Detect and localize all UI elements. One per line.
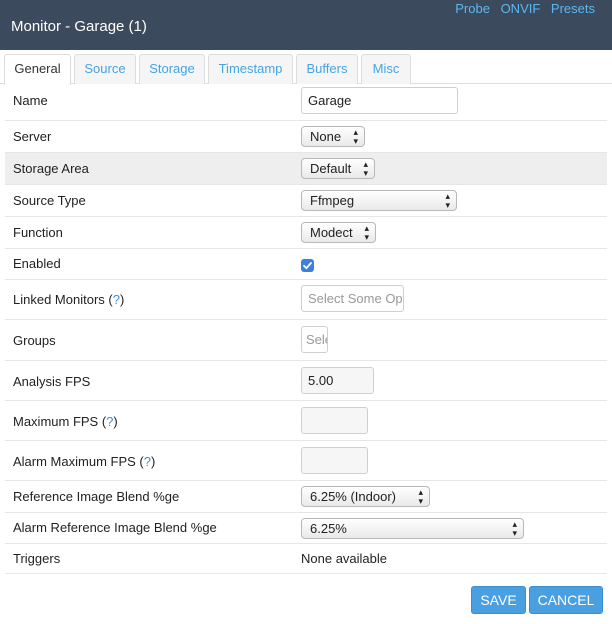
server-select[interactable]: None ▴ ▾: [301, 126, 365, 147]
window-title: Monitor - Garage (1): [11, 18, 147, 35]
tab-buffers[interactable]: Buffers: [296, 54, 358, 84]
maximum-fps-label: Maximum FPS (?): [13, 414, 118, 429]
tab-bar: General Source Storage Timestamp Buffers…: [0, 50, 612, 85]
alarm-maximum-fps-label: Alarm Maximum FPS (?): [13, 454, 156, 469]
storage-area-select[interactable]: Default ▴ ▾: [301, 158, 375, 179]
server-label: Server: [13, 129, 52, 144]
select-arrows-icon: ▴ ▾: [512, 518, 517, 538]
alarm-reference-blend-row: Alarm Reference Image Blend %ge 6.25% ▴ ▾: [5, 513, 607, 544]
onvif-link[interactable]: ONVIF: [501, 1, 541, 16]
function-select[interactable]: Modect ▴ ▾: [301, 222, 376, 243]
function-value: Modect: [310, 225, 353, 240]
select-arrows-icon: ▴ ▾: [364, 222, 369, 242]
name-input[interactable]: Garage: [301, 87, 458, 114]
triggers-row: Triggers None available: [5, 544, 607, 574]
server-row: Server None ▴ ▾: [5, 121, 607, 153]
storage-area-value: Default: [310, 161, 352, 176]
title-bar: Monitor - Garage (1) Probe ONVIF Presets: [0, 0, 612, 50]
groups-row: Groups Select Some Options: [5, 320, 607, 361]
function-label: Function: [13, 225, 63, 240]
tab-general[interactable]: General: [4, 54, 71, 85]
linked-monitors-row: Linked Monitors (?) Select Some Options: [5, 280, 607, 320]
triggers-label: Triggers: [13, 551, 61, 566]
select-arrows-icon: ▴ ▾: [418, 486, 423, 506]
storage-area-label: Storage Area: [13, 161, 89, 176]
reference-blend-row: Reference Image Blend %ge 6.25% (Indoor)…: [5, 481, 607, 513]
alarm-maximum-fps-row: Alarm Maximum FPS (?): [5, 441, 607, 481]
help-link[interactable]: ?: [113, 292, 120, 307]
alarm-maximum-fps-input[interactable]: [301, 447, 368, 474]
enabled-row: Enabled: [5, 249, 607, 280]
save-button[interactable]: SAVE: [471, 586, 526, 614]
linked-monitors-input[interactable]: Select Some Options: [301, 285, 404, 312]
triggers-value: None available: [301, 551, 388, 566]
reference-blend-label: Reference Image Blend %ge: [13, 489, 180, 504]
maximum-fps-row: Maximum FPS (?): [5, 401, 607, 441]
enabled-label: Enabled: [13, 256, 61, 271]
tab-misc[interactable]: Misc: [361, 54, 411, 84]
tab-source[interactable]: Source: [74, 54, 136, 84]
header-links: Probe ONVIF Presets: [448, 1, 595, 16]
source-type-label: Source Type: [13, 193, 86, 208]
reference-blend-value: 6.25% (Indoor): [310, 489, 396, 504]
function-row: Function Modect ▴ ▾: [5, 217, 607, 249]
cancel-button[interactable]: CANCEL: [529, 586, 603, 614]
linked-monitors-label: Linked Monitors (?): [13, 292, 125, 307]
maximum-fps-input[interactable]: [301, 407, 368, 434]
reference-blend-select[interactable]: 6.25% (Indoor) ▴ ▾: [301, 486, 430, 507]
name-row: Name Garage: [5, 84, 607, 121]
groups-input[interactable]: Select Some Options: [301, 326, 328, 353]
select-arrows-icon: ▴ ▾: [353, 126, 358, 146]
analysis-fps-label: Analysis FPS: [13, 374, 91, 389]
presets-link[interactable]: Presets: [551, 1, 595, 16]
source-type-value: Ffmpeg: [310, 193, 355, 208]
select-arrows-icon: ▴ ▾: [445, 190, 450, 210]
source-type-select[interactable]: Ffmpeg ▴ ▾: [301, 190, 457, 211]
groups-label: Groups: [13, 333, 56, 348]
help-link[interactable]: ?: [144, 454, 151, 469]
checkmark-icon: [303, 262, 312, 270]
alarm-reference-blend-select[interactable]: 6.25% ▴ ▾: [301, 518, 524, 539]
analysis-fps-row: Analysis FPS 5.00: [5, 361, 607, 401]
enabled-checkbox[interactable]: [301, 259, 314, 272]
alarm-reference-blend-label: Alarm Reference Image Blend %ge: [13, 520, 217, 535]
probe-link[interactable]: Probe: [455, 1, 490, 16]
alarm-reference-blend-value: 6.25%: [310, 521, 347, 536]
analysis-fps-input[interactable]: 5.00: [301, 367, 374, 394]
name-label: Name: [13, 93, 48, 108]
tab-storage[interactable]: Storage: [139, 54, 205, 84]
tab-timestamp[interactable]: Timestamp: [208, 54, 293, 84]
select-arrows-icon: ▴ ▾: [363, 158, 368, 178]
storage-area-row: Storage Area Default ▴ ▾: [5, 153, 607, 185]
server-value: None: [310, 129, 342, 144]
source-type-row: Source Type Ffmpeg ▴ ▾: [5, 185, 607, 217]
